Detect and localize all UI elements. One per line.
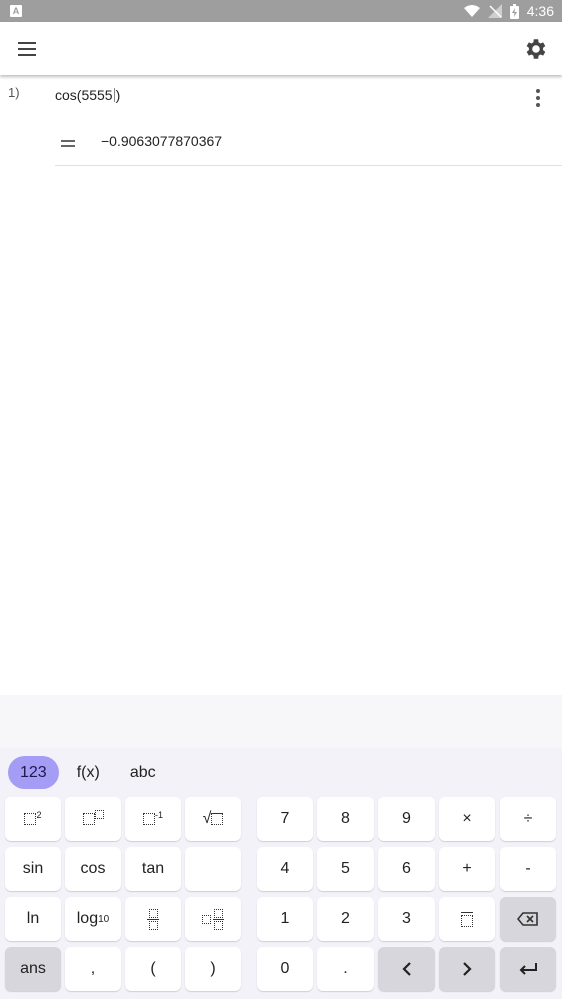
exponent-box-icon xyxy=(94,809,104,819)
cos-key[interactable]: cos xyxy=(65,847,121,891)
battery-icon xyxy=(509,3,519,19)
no-signal-icon xyxy=(487,4,502,18)
placeholder-box-icon xyxy=(82,813,95,825)
abs-key[interactable] xyxy=(439,897,495,941)
log-label: log xyxy=(76,910,99,927)
empty-key xyxy=(185,847,241,891)
ln-key[interactable]: ln xyxy=(5,897,61,941)
backspace-icon xyxy=(517,912,538,926)
ans-key[interactable]: ans xyxy=(5,947,61,991)
key-8[interactable]: 8 xyxy=(317,797,374,841)
chevron-right-icon xyxy=(463,962,472,976)
key-0[interactable]: 0 xyxy=(257,947,313,991)
key-4[interactable]: 4 xyxy=(257,847,313,891)
key-1[interactable]: 1 xyxy=(257,897,313,941)
key-5[interactable]: 5 xyxy=(317,847,374,891)
expression-text: cos(5555 xyxy=(55,87,113,103)
key-2[interactable]: 2 xyxy=(317,897,374,941)
log-base: 10 xyxy=(98,913,110,925)
inverse-exponent: -1 xyxy=(154,810,163,820)
line-number: 1) xyxy=(8,85,20,100)
keyboard-tabs: 123 f(x) abc xyxy=(8,756,168,789)
square-exponent: 2 xyxy=(36,810,42,820)
divide-key[interactable]: ÷ xyxy=(500,797,556,841)
math-keyboard: 123 f(x) abc 2 -1 √ 7 8 9 × ÷ sin cos ta… xyxy=(0,748,562,999)
fraction-key[interactable] xyxy=(125,897,181,941)
text-caret xyxy=(113,88,115,102)
inverse-key[interactable]: -1 xyxy=(125,797,181,841)
clock: 4:36 xyxy=(526,3,554,19)
key-9[interactable]: 9 xyxy=(378,797,435,841)
sqrt-icon: √ xyxy=(202,810,212,827)
result-row: −0.9063077870367 xyxy=(55,127,562,166)
right-paren-key[interactable]: ) xyxy=(185,947,241,991)
minus-key[interactable]: - xyxy=(500,847,556,891)
equals-icon xyxy=(61,140,75,148)
wifi-icon xyxy=(463,5,480,17)
enter-icon xyxy=(519,963,537,975)
placeholder-box-icon xyxy=(24,813,37,825)
tab-abc[interactable]: abc xyxy=(118,756,168,789)
mixed-fraction-key[interactable] xyxy=(185,897,241,941)
tab-fx[interactable]: f(x) xyxy=(65,756,112,789)
menu-icon[interactable] xyxy=(14,36,40,62)
placeholder-box-icon xyxy=(211,813,224,825)
sin-key[interactable]: sin xyxy=(5,847,61,891)
mixed-fraction-icon xyxy=(202,908,224,930)
expression-input[interactable]: cos(5555) xyxy=(55,87,120,103)
cursor-left-key[interactable] xyxy=(378,947,435,991)
app-bar xyxy=(0,22,562,75)
app-notification-icon: A xyxy=(10,5,22,17)
multiply-key[interactable]: × xyxy=(439,797,495,841)
left-paren-key[interactable]: ( xyxy=(125,947,181,991)
more-options-icon[interactable] xyxy=(528,87,548,109)
plus-key[interactable]: + xyxy=(439,847,495,891)
overline-box-icon xyxy=(461,911,473,927)
expression-text-tail: ) xyxy=(115,87,121,103)
enter-key[interactable] xyxy=(500,947,556,991)
comma-key[interactable]: , xyxy=(65,947,121,991)
key-6[interactable]: 6 xyxy=(378,847,435,891)
empty-area xyxy=(0,695,562,748)
log10-key[interactable]: log 10 xyxy=(65,897,121,941)
placeholder-box-icon xyxy=(142,813,155,825)
power-key[interactable] xyxy=(65,797,121,841)
square-key[interactable]: 2 xyxy=(5,797,61,841)
decimal-key[interactable]: . xyxy=(317,947,374,991)
gear-icon[interactable] xyxy=(522,36,548,62)
status-bar: A 4:36 xyxy=(0,0,562,22)
tab-123[interactable]: 123 xyxy=(8,756,59,789)
worksheet: 1) cos(5555) −0.9063077870367 xyxy=(0,75,562,695)
result-value: −0.9063077870367 xyxy=(101,133,223,149)
backspace-key[interactable] xyxy=(500,897,556,941)
chevron-left-icon xyxy=(401,962,411,976)
key-7[interactable]: 7 xyxy=(257,797,313,841)
cursor-right-key[interactable] xyxy=(439,947,495,991)
tan-key[interactable]: tan xyxy=(125,847,181,891)
fraction-icon xyxy=(147,908,159,930)
key-3[interactable]: 3 xyxy=(378,897,435,941)
sqrt-key[interactable]: √ xyxy=(185,797,241,841)
